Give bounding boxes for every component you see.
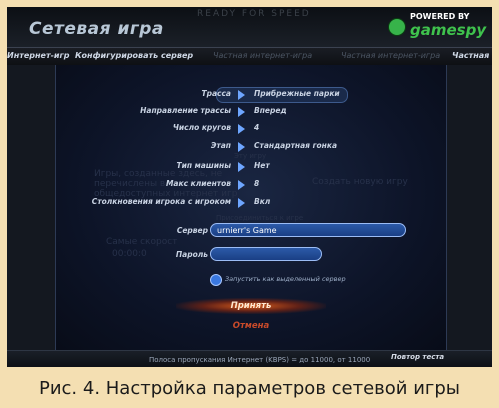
arrow-right-icon[interactable] bbox=[238, 198, 245, 208]
setting-value: Нет bbox=[254, 161, 270, 170]
tab-bar: Интернет-игр Конфигурировать сервер Част… bbox=[7, 47, 492, 67]
ghost-join-game: Присоединиться к игре bbox=[216, 214, 304, 222]
cancel-button[interactable]: Отмена bbox=[176, 318, 326, 334]
setting-label: Направление трассы bbox=[140, 106, 231, 115]
setting-laps[interactable]: Число кругов 4 bbox=[56, 123, 446, 135]
setting-label: Столкновения игрока с игроком bbox=[91, 197, 231, 206]
powered-by-label: POWERED BY bbox=[410, 12, 470, 21]
password-input[interactable] bbox=[210, 247, 322, 261]
setting-collisions[interactable]: Столкновения игрока с игроком Вкл bbox=[56, 197, 446, 209]
setting-value: Вперед bbox=[254, 106, 287, 115]
password-field: Пароль bbox=[56, 247, 446, 263]
tab-internet-games[interactable]: Интернет-игр bbox=[7, 51, 69, 60]
right-panel bbox=[443, 65, 492, 355]
arrow-right-icon[interactable] bbox=[238, 162, 245, 172]
server-field: Сервер urnierr's Game bbox=[56, 223, 446, 239]
arrow-right-icon[interactable] bbox=[238, 142, 245, 152]
gamespy-wordmark: gamespy bbox=[410, 21, 487, 39]
header-bar: READY FOR SPEED Сетевая игра POWERED BY … bbox=[7, 7, 492, 47]
setting-track[interactable]: Трасса Прибрежные парки bbox=[56, 87, 446, 103]
tab-configure-server[interactable]: Конфигурировать сервер bbox=[75, 51, 193, 60]
left-panel bbox=[7, 65, 56, 355]
arrow-right-icon[interactable] bbox=[238, 124, 245, 134]
status-bar: Полоса пропускания Интернет (KBPS) = до … bbox=[7, 350, 492, 367]
dedicated-server-radio[interactable] bbox=[210, 274, 222, 286]
setting-direction[interactable]: Направление трассы Вперед bbox=[56, 106, 446, 118]
figure-caption: Рис. 4. Настройка параметров сетевой игр… bbox=[38, 378, 461, 399]
gamespy-badge: POWERED BY gamespy bbox=[386, 10, 487, 42]
configure-server-dialog: Игры, созданные здесь, не перечислены в … bbox=[55, 65, 447, 350]
server-input[interactable]: urnierr's Game bbox=[210, 223, 406, 237]
arrow-right-icon[interactable] bbox=[238, 107, 245, 117]
retest-button[interactable]: Повтор теста bbox=[391, 353, 444, 361]
game-screen: READY FOR SPEED Сетевая игра POWERED BY … bbox=[7, 7, 492, 367]
setting-max-clients[interactable]: Макс клиентов 8 bbox=[56, 179, 446, 191]
tab-private-cut[interactable]: Частная ин bbox=[452, 51, 492, 60]
server-label: Сервер bbox=[176, 226, 208, 235]
tab-private-internet-game-2[interactable]: Частная интернет-игра bbox=[341, 51, 440, 60]
setting-value: Вкл bbox=[254, 197, 271, 206]
dedicated-server-label: Запустить как выделенный сервер bbox=[225, 275, 346, 283]
setting-value: Стандартная гонка bbox=[254, 141, 338, 150]
setting-label: Этап bbox=[210, 141, 231, 150]
gamespy-logo-icon bbox=[388, 18, 406, 36]
setting-label: Число кругов bbox=[172, 123, 231, 132]
header-background-text: READY FOR SPEED bbox=[197, 9, 311, 19]
arrow-right-icon[interactable] bbox=[238, 180, 245, 190]
setting-label: Макс клиентов bbox=[165, 179, 231, 188]
setting-value: Прибрежные парки bbox=[254, 89, 340, 98]
arrow-right-icon[interactable] bbox=[238, 90, 245, 100]
setting-value: 8 bbox=[254, 179, 260, 188]
password-label: Пароль bbox=[175, 250, 208, 259]
setting-label: Трасса bbox=[201, 89, 232, 98]
ghost-small: Эту игру bbox=[234, 152, 267, 160]
accept-button[interactable]: Принять bbox=[176, 298, 326, 314]
setting-value: 4 bbox=[254, 123, 260, 132]
setting-stage[interactable]: Этап Стандартная гонка bbox=[56, 141, 446, 153]
bandwidth-status: Полоса пропускания Интернет (KBPS) = до … bbox=[149, 356, 371, 364]
tab-private-internet-game[interactable]: Частная интернет-игра bbox=[213, 51, 312, 60]
setting-label: Тип машины bbox=[176, 161, 231, 170]
setting-car-type[interactable]: Тип машины Нет bbox=[56, 161, 446, 173]
page-title: Сетевая игра bbox=[29, 19, 164, 39]
